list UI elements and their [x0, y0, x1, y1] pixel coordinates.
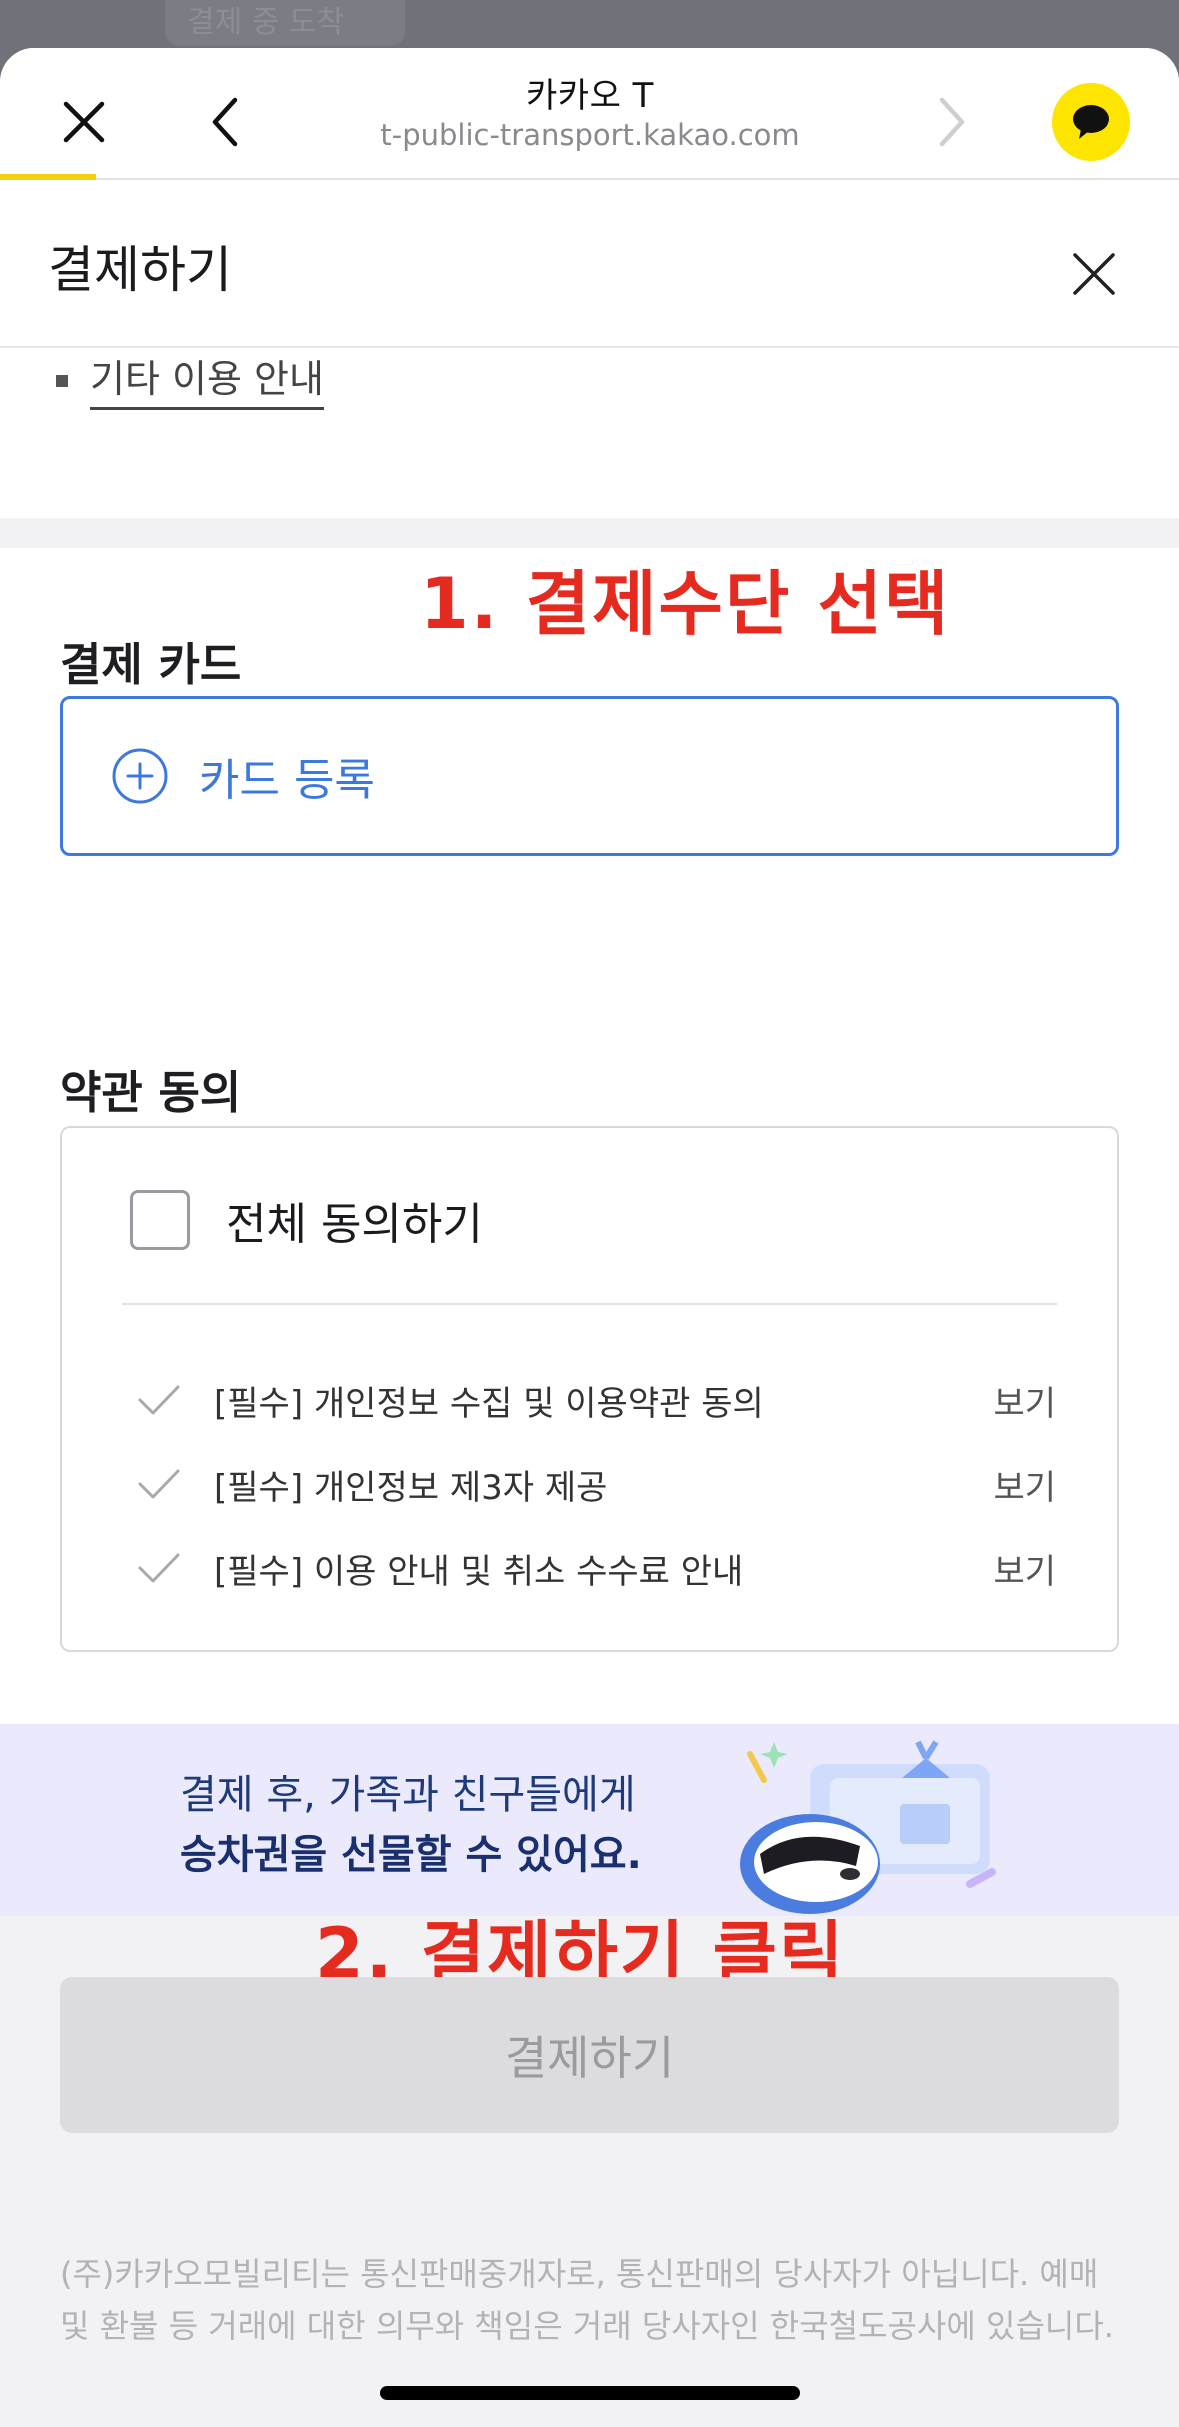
annotation-step1: 1. 결제수단 선택 — [420, 563, 951, 645]
browser-close-button[interactable] — [44, 82, 124, 162]
in-app-browser-bar: 카카오 T t-public-transport.kakao.com — [0, 48, 1179, 180]
kakaotalk-share-button[interactable] — [1052, 83, 1130, 161]
browser-url: t-public-transport.kakao.com — [380, 118, 800, 152]
other-info-item[interactable]: 기타 이용 안내 — [56, 348, 324, 410]
banner-line1: 결제 후, 가족과 친구들에게 — [180, 1772, 636, 1818]
term-item[interactable]: [필수] 이용 안내 및 취소 수수료 안내 보기 — [136, 1538, 1056, 1598]
term-label: [필수] 개인정보 제3자 제공 — [214, 1467, 608, 1508]
payment-header: 결제하기 — [0, 182, 1179, 348]
payment-card-title: 결제 카드 — [60, 638, 242, 691]
home-indicator — [380, 2386, 800, 2400]
chevron-right-icon — [939, 97, 965, 147]
terms-divider — [122, 1303, 1057, 1305]
payment-sheet: 카카오 T t-public-transport.kakao.com 결제하기 … — [0, 48, 1179, 2427]
disclaimer-text: (주)카카오모빌리티는 통신판매중개자로, 통신판매의 당사자가 아닙니다. 예… — [60, 2255, 1114, 2345]
browser-back-button[interactable] — [185, 82, 265, 162]
chevron-left-icon — [212, 97, 238, 147]
check-icon — [138, 1469, 180, 1499]
section-divider — [0, 518, 1179, 548]
agree-all-checkbox[interactable]: 전체 동의하기 — [130, 1188, 483, 1252]
terms-box: 전체 동의하기 [필수] 개인정보 수집 및 이용약관 동의 보기 [필수] 개… — [60, 1126, 1119, 1652]
terms-title: 약관 동의 — [60, 1066, 242, 1119]
gift-train-illustration — [740, 1740, 996, 1914]
pay-button[interactable]: 결제하기 — [60, 1977, 1119, 2133]
term-label: [필수] 개인정보 수집 및 이용약관 동의 — [214, 1383, 764, 1424]
term-view-link[interactable]: 보기 — [993, 1460, 1056, 1509]
term-item[interactable]: [필수] 개인정보 수집 및 이용약관 동의 보기 — [136, 1370, 1056, 1430]
browser-title: 카카오 T — [526, 76, 654, 116]
checkbox-icon — [130, 1190, 190, 1250]
term-label: [필수] 이용 안내 및 취소 수수료 안내 — [214, 1551, 744, 1592]
check-icon — [138, 1553, 180, 1583]
gift-ticket-banner[interactable]: 결제 후, 가족과 친구들에게 승차권을 선물할 수 있어요. — [0, 1724, 1179, 1916]
register-card-button[interactable]: 카드 등록 — [60, 696, 1119, 856]
agree-all-label: 전체 동의하기 — [226, 1199, 483, 1250]
payment-close-button[interactable] — [1050, 230, 1138, 318]
banner-line2: 승차권을 선물할 수 있어요. — [180, 1832, 642, 1878]
term-item[interactable]: [필수] 개인정보 제3자 제공 보기 — [136, 1454, 1056, 1514]
bullet-icon — [56, 375, 68, 387]
term-view-link[interactable]: 보기 — [993, 1544, 1056, 1593]
register-card-label: 카드 등록 — [199, 755, 375, 806]
page-load-progress — [0, 174, 96, 180]
close-icon — [1073, 253, 1115, 295]
background-hint: 결제 중 도착 — [165, 0, 405, 46]
page-title: 결제하기 — [48, 241, 232, 299]
check-icon — [138, 1385, 180, 1415]
plus-circle-icon — [112, 748, 168, 804]
browser-forward-button[interactable] — [912, 82, 992, 162]
other-info-link[interactable]: 기타 이용 안내 — [90, 348, 324, 410]
term-view-link[interactable]: 보기 — [993, 1376, 1056, 1425]
close-icon — [63, 101, 105, 143]
speech-bubble-icon — [1073, 105, 1109, 139]
